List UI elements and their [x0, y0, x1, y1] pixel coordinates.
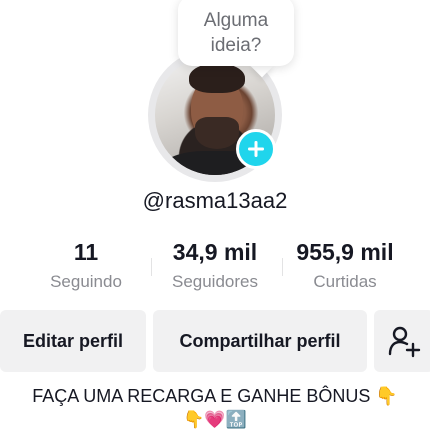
- edit-profile-label: Editar perfil: [22, 330, 124, 351]
- tooltip-bubble[interactable]: Alguma ideia?: [178, 0, 294, 66]
- add-friend-button[interactable]: [374, 310, 430, 372]
- bio-line-2: 👇💗🔝: [183, 410, 247, 430]
- username: @rasma13aa2: [142, 188, 288, 213]
- stat-likes-value: 955,9 mil: [296, 239, 394, 265]
- tooltip-text: Alguma ideia?: [203, 10, 269, 56]
- stat-likes-label: Curtidas: [313, 272, 377, 291]
- share-profile-button[interactable]: Compartilhar perfil: [153, 310, 367, 372]
- bio-text: FAÇA UMA RECARGA E GANHE BÔNUS 👇 👇💗🔝: [14, 384, 416, 432]
- bio-line-1: FAÇA UMA RECARGA E GANHE BÔNUS 👇: [32, 386, 398, 406]
- stat-likes[interactable]: 955,9 mil Curtidas: [275, 238, 415, 292]
- plus-icon: [248, 141, 264, 157]
- avatar-hair: [189, 63, 245, 93]
- stat-following-label: Seguindo: [50, 272, 122, 291]
- stat-following[interactable]: 11 Seguindo: [16, 238, 156, 292]
- stat-followers-label: Seguidores: [171, 272, 258, 291]
- stat-following-value: 11: [73, 239, 99, 265]
- add-photo-button[interactable]: [236, 129, 276, 169]
- stat-followers[interactable]: 34,9 mil Seguidores: [145, 238, 285, 292]
- avatar-beard: [195, 117, 239, 149]
- share-profile-label: Compartilhar perfil: [179, 330, 341, 351]
- add-user-icon: [388, 326, 421, 358]
- stat-followers-value: 34,9 mil: [172, 239, 258, 265]
- edit-profile-button[interactable]: Editar perfil: [0, 310, 146, 372]
